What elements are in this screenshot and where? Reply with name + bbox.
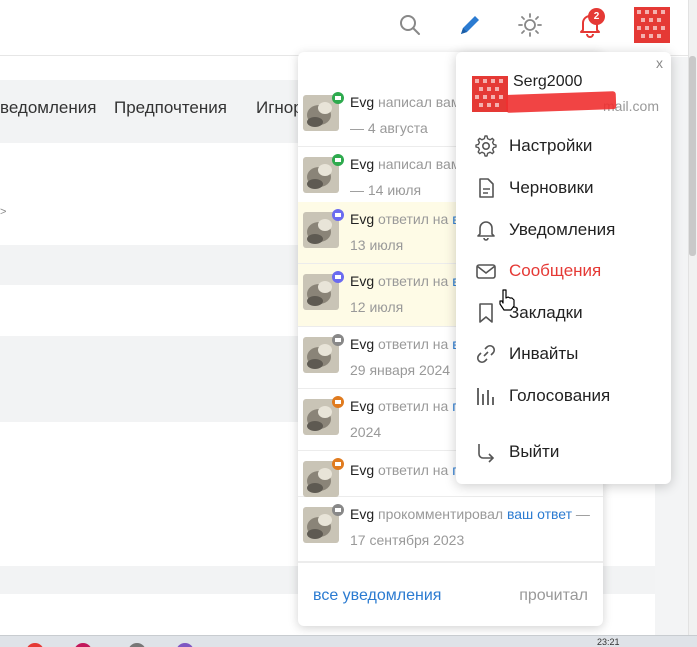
bell-icon [474, 218, 498, 242]
menu-item-document[interactable]: Черновики [456, 168, 671, 208]
notification-date: — 4 августа [350, 120, 428, 136]
notifications-footer: все уведомления прочитал [298, 562, 603, 626]
tab-ignore[interactable]: Игнор [256, 98, 303, 118]
chat-icon [332, 209, 344, 221]
menu-item-link[interactable]: Инвайты [456, 334, 671, 374]
menu-item-logout[interactable]: Выйти [456, 432, 671, 472]
mark-read-link[interactable]: прочитал [519, 587, 588, 605]
tab-preferences[interactable]: Предпочтения [114, 98, 227, 118]
document-icon [474, 176, 498, 200]
poll-icon [474, 384, 498, 408]
notification-date: 2024 [350, 424, 382, 440]
notification-text: Evg прокомментировал ваш ответ — 17 сентя… [350, 501, 600, 553]
notification-date: 17 сентября 2023 [350, 532, 465, 548]
notification-action: ответил на [374, 211, 453, 227]
notification-user[interactable]: Evg [350, 336, 374, 352]
notification-date: 29 января 2024 [350, 362, 451, 378]
reply-icon [332, 396, 344, 408]
notification-date-dash: — [572, 506, 590, 522]
notification-action: ответил на [374, 273, 453, 289]
notification-user[interactable]: Evg [350, 156, 374, 172]
gear-icon [474, 134, 498, 158]
menu-item-label: Закладки [509, 303, 583, 322]
search-icon[interactable] [395, 10, 425, 40]
menu-item-bookmark[interactable]: Закладки [456, 293, 671, 333]
comment-icon [332, 334, 344, 346]
notification-date: 13 июля [350, 237, 404, 253]
all-notifications-link[interactable]: все уведомления [313, 587, 441, 605]
user-menu: x Serg2000 mail.com Настройки Черновики Ув… [456, 52, 671, 484]
username[interactable]: Serg2000 [513, 73, 582, 91]
redaction-mark [505, 91, 617, 113]
menu-item-label: Сообщения [509, 261, 602, 280]
hand-cursor-icon [497, 288, 517, 312]
menu-item-label: Настройки [509, 136, 593, 155]
notification-date: — 14 июля [350, 182, 422, 198]
notification-user[interactable]: Evg [350, 462, 374, 478]
link-icon [474, 342, 498, 366]
notification-date: 12 июля [350, 299, 404, 315]
menu-item-mail[interactable]: Сообщения [456, 251, 671, 291]
scrollbar-thumb[interactable] [689, 56, 696, 256]
menu-item-poll[interactable]: Голосования [456, 376, 671, 416]
logout-icon [474, 440, 498, 464]
tab-notifications[interactable]: ведомления [0, 98, 96, 118]
menu-item-label: Уведомления [509, 220, 616, 239]
truncated-text: > [0, 206, 7, 218]
taskbar-clock: 23:21 [597, 637, 620, 647]
notification-user[interactable]: Evg [350, 398, 374, 414]
notification-user[interactable]: Evg [350, 211, 374, 227]
taskbar [0, 635, 697, 647]
notification-action: ответил на [374, 462, 453, 478]
sun-icon[interactable] [515, 10, 545, 40]
notification-user[interactable]: Evg [350, 94, 374, 110]
notification-action: написал вам [374, 94, 461, 110]
pencil-icon[interactable] [455, 10, 485, 40]
avatar[interactable] [634, 7, 670, 43]
notification-action: ответил на [374, 398, 453, 414]
mail-icon [474, 259, 498, 283]
notification-action: написал вам [374, 156, 461, 172]
notification-action: ответил на [374, 336, 453, 352]
menu-item-label: Голосования [509, 386, 611, 405]
notification-user[interactable]: Evg [350, 273, 374, 289]
close-menu-button[interactable]: x [656, 55, 663, 71]
notification-count-badge: 2 [588, 8, 605, 25]
notification-user[interactable]: Evg [350, 506, 374, 522]
notification-item[interactable]: Evg прокомментировал ваш ответ — 17 сентя… [298, 497, 603, 562]
menu-item-label: Инвайты [509, 344, 579, 363]
comment-icon [332, 504, 344, 516]
mail-icon [332, 154, 344, 166]
reply-icon [332, 458, 344, 470]
menu-item-bell[interactable]: Уведомления [456, 210, 671, 250]
notification-action: прокомментировал [374, 506, 507, 522]
mail-icon [332, 92, 344, 104]
menu-item-label: Выйти [509, 442, 560, 461]
chat-icon [332, 271, 344, 283]
bookmark-icon [474, 301, 498, 325]
menu-item-gear[interactable]: Настройки [456, 126, 671, 166]
user-avatar [472, 76, 508, 112]
notification-link[interactable]: ваш ответ [507, 506, 572, 522]
menu-item-label: Черновики [509, 178, 594, 197]
